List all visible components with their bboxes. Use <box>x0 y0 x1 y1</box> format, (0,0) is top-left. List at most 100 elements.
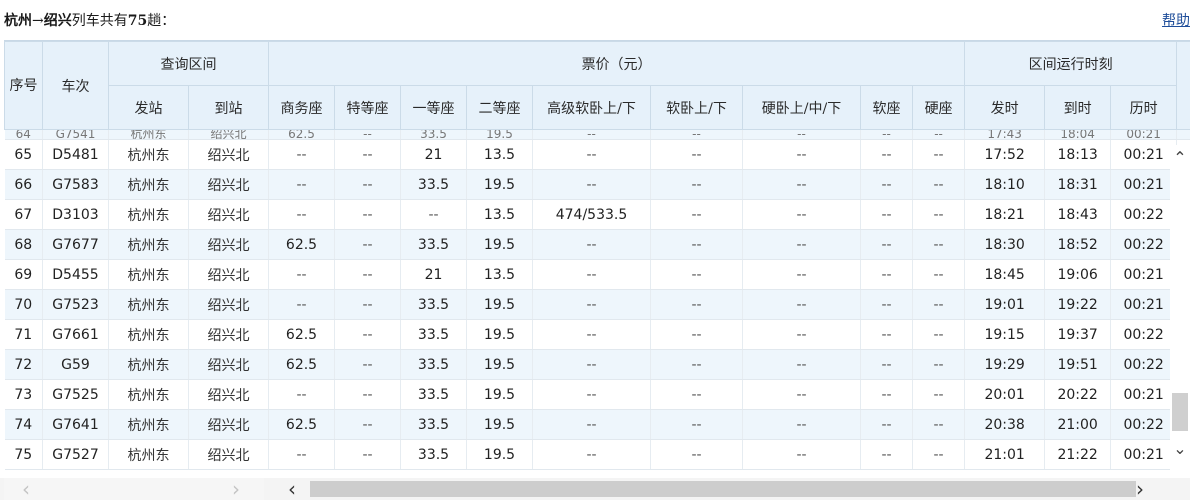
cell-col-15: 00:21 <box>1111 140 1177 170</box>
subheader-7[interactable]: 软卧上/下 <box>651 86 743 130</box>
cell-col-7: 13.5 <box>467 200 533 230</box>
cell-col-3: 绍兴北 <box>189 320 269 350</box>
cell-col-0: 66 <box>5 170 43 200</box>
cell-col-15: 00:22 <box>1111 200 1177 230</box>
cell-col-4: 62.5 <box>269 130 335 140</box>
subheader-5[interactable]: 二等座 <box>467 86 533 130</box>
train-table: 序号 车次 查询区间 票价（元） 区间运行时刻 发站到站商务座特等座一等座二等座… <box>4 41 1190 470</box>
cell-col-15: 00:22 <box>1111 350 1177 380</box>
cell-col-7: 19.5 <box>467 350 533 380</box>
table-row[interactable]: 71G7661杭州东绍兴北62.5--33.519.5----------19:… <box>5 320 1190 350</box>
header-seq[interactable]: 序号 <box>5 42 43 130</box>
cell-col-6: 33.5 <box>401 290 467 320</box>
table-row[interactable]: 69D5455杭州东绍兴北----2113.5----------18:4519… <box>5 260 1190 290</box>
cell-col-1: G7527 <box>43 440 109 470</box>
cell-col-12: -- <box>913 380 965 410</box>
table-row[interactable]: 74G7641杭州东绍兴北62.5--33.519.5----------20:… <box>5 410 1190 440</box>
subheader-1[interactable]: 到站 <box>189 86 269 130</box>
cell-col-8: -- <box>533 320 651 350</box>
subheader-6[interactable]: 高级软卧上/下 <box>533 86 651 130</box>
table-row[interactable]: 64G7541杭州东绍兴北62.5--33.519.5----------17:… <box>5 130 1190 140</box>
cell-col-6: 33.5 <box>401 170 467 200</box>
title-arrow: → <box>32 13 44 29</box>
cell-col-9: -- <box>651 260 743 290</box>
cell-col-4: 62.5 <box>269 410 335 440</box>
cell-col-14: 18:52 <box>1045 230 1111 260</box>
subheader-10[interactable]: 硬座 <box>913 86 965 130</box>
cell-col-0: 71 <box>5 320 43 350</box>
cell-col-11: -- <box>861 320 913 350</box>
cell-col-4: -- <box>269 290 335 320</box>
chevron-down-icon[interactable]: ⌄ <box>1170 438 1190 460</box>
chevron-left-icon[interactable]: ‹ <box>288 478 296 500</box>
cell-col-6: -- <box>401 200 467 230</box>
cell-col-1: D5455 <box>43 260 109 290</box>
cell-col-10: -- <box>743 380 861 410</box>
cell-overflow <box>1177 130 1190 140</box>
horizontal-scroll-thumb[interactable] <box>310 481 1136 497</box>
cell-col-3: 绍兴北 <box>189 410 269 440</box>
cell-col-15: 00:21 <box>1111 170 1177 200</box>
cell-col-11: -- <box>861 260 913 290</box>
subheader-11[interactable]: 发时 <box>965 86 1045 130</box>
cell-col-0: 67 <box>5 200 43 230</box>
cell-col-15: 00:22 <box>1111 410 1177 440</box>
subheader-12[interactable]: 到时 <box>1045 86 1111 130</box>
cell-col-15: 00:21 <box>1111 380 1177 410</box>
vertical-scroll-thumb[interactable] <box>1172 393 1188 431</box>
cell-col-3: 绍兴北 <box>189 260 269 290</box>
cell-col-1: G7661 <box>43 320 109 350</box>
chevron-right-icon[interactable]: › <box>1136 478 1144 500</box>
chevron-up-icon[interactable]: ⌃ <box>1170 147 1190 169</box>
vertical-scrollbar[interactable]: ⌃ ⌄ <box>1170 145 1190 478</box>
table-row[interactable]: 73G7525杭州东绍兴北----33.519.5----------20:01… <box>5 380 1190 410</box>
cell-col-4: -- <box>269 260 335 290</box>
table-row[interactable]: 68G7677杭州东绍兴北62.5--33.519.5----------18:… <box>5 230 1190 260</box>
cell-col-9: -- <box>651 170 743 200</box>
cell-col-12: -- <box>913 410 965 440</box>
cell-col-13: 18:21 <box>965 200 1045 230</box>
cell-col-12: -- <box>913 320 965 350</box>
subheader-9[interactable]: 软座 <box>861 86 913 130</box>
cell-col-14: 19:37 <box>1045 320 1111 350</box>
table-body: 64G7541杭州东绍兴北62.5--33.519.5----------17:… <box>5 130 1190 470</box>
subheader-8[interactable]: 硬卧上/中/下 <box>743 86 861 130</box>
subheader-3[interactable]: 特等座 <box>335 86 401 130</box>
cell-col-10: -- <box>743 200 861 230</box>
subheader-4[interactable]: 一等座 <box>401 86 467 130</box>
cell-col-9: -- <box>651 440 743 470</box>
header-segment: 查询区间 <box>109 42 269 86</box>
cell-col-7: 19.5 <box>467 410 533 440</box>
subheader-2[interactable]: 商务座 <box>269 86 335 130</box>
table-row[interactable]: 66G7583杭州东绍兴北----33.519.5----------18:10… <box>5 170 1190 200</box>
horizontal-scrollbar[interactable]: ‹ › ‹ › <box>0 478 1190 500</box>
table-row[interactable]: 70G7523杭州东绍兴北----33.519.5----------19:01… <box>5 290 1190 320</box>
cell-col-10: -- <box>743 230 861 260</box>
cell-col-10: -- <box>743 260 861 290</box>
cell-col-8: -- <box>533 290 651 320</box>
table-row[interactable]: 67D3103杭州东绍兴北------13.5474/533.5--------… <box>5 200 1190 230</box>
cell-col-12: -- <box>913 140 965 170</box>
cell-col-2: 杭州东 <box>109 260 189 290</box>
cell-col-1: G7583 <box>43 170 109 200</box>
cell-col-13: 20:01 <box>965 380 1045 410</box>
cell-col-5: -- <box>335 230 401 260</box>
cell-col-13: 19:01 <box>965 290 1045 320</box>
cell-col-11: -- <box>861 140 913 170</box>
help-link[interactable]: 帮助 <box>1162 10 1190 30</box>
subheader-0[interactable]: 发站 <box>109 86 189 130</box>
cell-col-8: -- <box>533 230 651 260</box>
cell-col-12: -- <box>913 260 965 290</box>
cell-col-5: -- <box>335 260 401 290</box>
cell-col-3: 绍兴北 <box>189 130 269 140</box>
cell-col-12: -- <box>913 170 965 200</box>
table-row[interactable]: 72G59杭州东绍兴北62.5--33.519.5----------19:29… <box>5 350 1190 380</box>
cell-col-8: -- <box>533 140 651 170</box>
table-row[interactable]: 65D5481杭州东绍兴北----2113.5----------17:5218… <box>5 140 1190 170</box>
frozen-columns-scroll-area <box>4 478 264 500</box>
cell-col-11: -- <box>861 230 913 260</box>
header-train[interactable]: 车次 <box>43 42 109 130</box>
subheader-13[interactable]: 历时 <box>1111 86 1177 130</box>
table-row[interactable]: 75G7527杭州东绍兴北----33.519.5----------21:01… <box>5 440 1190 470</box>
cell-col-9: -- <box>651 290 743 320</box>
